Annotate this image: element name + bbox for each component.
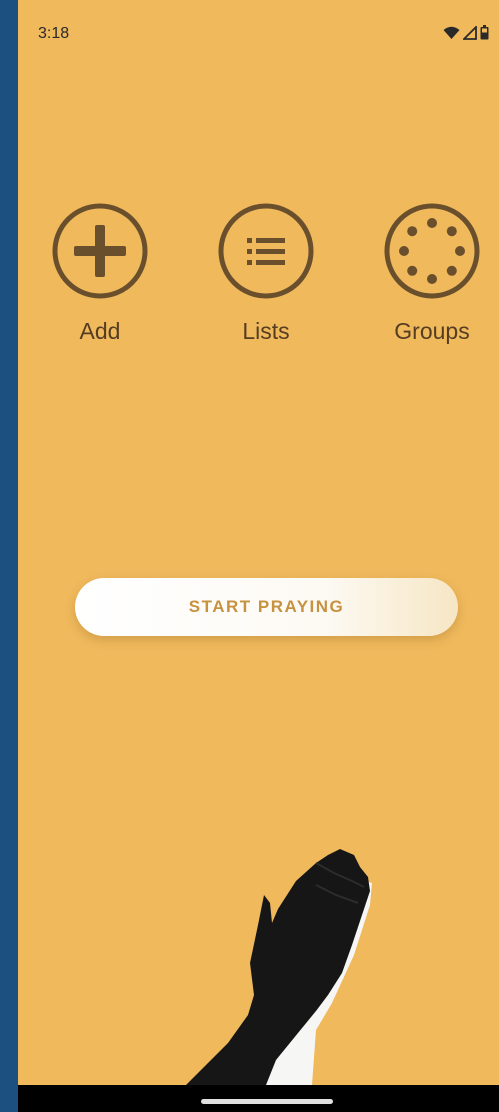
- groups-label: Groups: [394, 318, 470, 344]
- navigation-bar: [18, 1085, 499, 1112]
- wifi-icon: [443, 26, 460, 39]
- groups-button[interactable]: Groups: [372, 203, 492, 345]
- home-gesture-handle[interactable]: [201, 1099, 333, 1104]
- battery-icon: [480, 25, 489, 40]
- app-screen: 3:18 Add Lists Groups START PRAYING: [18, 0, 499, 1112]
- status-time: 3:18: [38, 25, 70, 42]
- lists-label: Lists: [242, 318, 290, 344]
- cellular-signal-icon: [463, 25, 477, 40]
- status-icons: [443, 25, 489, 40]
- lists-button[interactable]: Lists: [206, 203, 326, 345]
- plus-circle-icon: [52, 203, 148, 299]
- group-circle-icon: [384, 203, 480, 299]
- status-bar: 3:18: [18, 0, 499, 60]
- add-button[interactable]: Add: [40, 203, 160, 345]
- add-label: Add: [79, 318, 121, 344]
- list-circle-icon: [218, 203, 314, 299]
- start-praying-button[interactable]: START PRAYING: [75, 578, 458, 636]
- praying-hands-icon: [186, 849, 372, 1085]
